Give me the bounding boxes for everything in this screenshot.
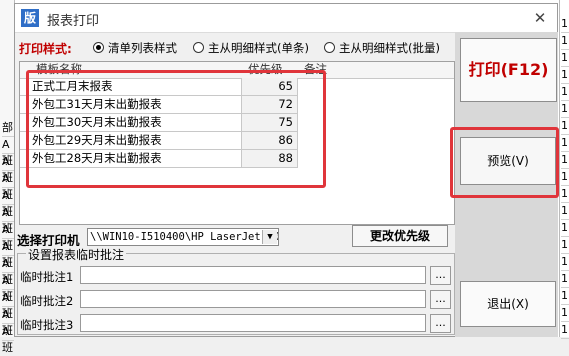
bg-cell: A班	[2, 325, 14, 354]
table-row[interactable]: 外包工28天月末出勤报表 88	[20, 150, 298, 168]
template-name-cell: 外包工30天月末出勤报表	[20, 114, 242, 131]
radio-master-detail-single[interactable]: 主从明细样式(单条)	[193, 40, 309, 56]
remark-browse-button[interactable]: ...	[430, 314, 451, 333]
radio-selected-icon	[93, 42, 104, 53]
print-button[interactable]: 打印(F12)	[460, 38, 557, 102]
bg-cell: A班	[2, 257, 14, 286]
radio-list-style[interactable]: 清单列表样式	[93, 40, 177, 56]
bg-cell: 1	[561, 220, 569, 237]
table-row[interactable]: 外包工29天月末出勤报表 86	[20, 132, 298, 150]
bg-cell: 1	[561, 50, 569, 67]
bg-cell: 1	[561, 67, 569, 84]
bg-cell: A班	[2, 274, 14, 303]
bg-cell: 1	[561, 254, 569, 271]
bg-cell: 1	[561, 84, 569, 101]
remark-row-1: 临时批注1 ...	[18, 266, 454, 286]
bg-cell: 1	[561, 305, 569, 322]
bg-cell: 1	[561, 118, 569, 135]
bg-cell: A班	[2, 189, 14, 218]
print-style-row: 打印样式: 清单列表样式 主从明细样式(单条) 主从明细样式(批量)	[19, 38, 459, 58]
bg-cell: 1	[561, 152, 569, 169]
priority-cell: 65	[242, 78, 298, 95]
remark-row-2: 临时批注2 ...	[18, 290, 454, 310]
column-header-priority[interactable]: 优先级	[248, 62, 283, 78]
radio-unselected-icon	[324, 42, 335, 53]
bg-cell: 1	[561, 237, 569, 254]
bg-cell: 1	[561, 101, 569, 118]
radio-label: 主从明细样式(批量)	[339, 41, 440, 55]
remark-label: 临时批注1	[20, 270, 74, 284]
bg-cell: 1	[561, 33, 569, 50]
remark-label: 临时批注2	[20, 294, 74, 308]
column-header-remark[interactable]: 备注	[304, 62, 327, 78]
template-name-cell: 外包工28天月末出勤报表	[20, 150, 242, 167]
printer-select[interactable]: \\WIN10-I510400\HP LaserJet 10 ▼	[87, 228, 279, 246]
template-name-cell: 正式工月末报表	[20, 78, 242, 95]
change-priority-button[interactable]: 更改优先级	[352, 225, 448, 247]
bg-cell: 1	[561, 203, 569, 220]
radio-label: 主从明细样式(单条)	[208, 41, 309, 55]
template-grid: 模板名称 优先级 备注 正式工月末报表 65 外包工31天月末出勤报表 72 外…	[19, 61, 455, 225]
bg-cell: 部	[2, 120, 14, 137]
bg-cell: 1	[561, 169, 569, 186]
print-style-label: 打印样式:	[19, 42, 72, 56]
close-button[interactable]: ✕	[529, 7, 551, 29]
bg-cell: 1	[561, 16, 569, 33]
priority-cell: 75	[242, 114, 298, 131]
bg-cell: A班	[2, 240, 14, 269]
remark-row-3: 临时批注3 ...	[18, 314, 454, 334]
bg-cell: A班	[2, 308, 14, 337]
template-name-cell: 外包工29天月末出勤报表	[20, 132, 242, 149]
title-bar[interactable]: 版 报表打印 ✕	[15, 4, 557, 33]
bg-cell: 1	[561, 288, 569, 305]
column-header-name[interactable]: 模板名称	[36, 62, 82, 78]
remark-input-2[interactable]	[80, 290, 426, 308]
remark-browse-button[interactable]: ...	[430, 290, 451, 309]
background-right-column: 1 1 1 1 1 1 1 1 1 1 1 1 1 1 1 1 1 1 1	[559, 0, 569, 339]
bg-cell: A班	[2, 172, 14, 201]
priority-cell: 88	[242, 150, 298, 167]
grid-header: 模板名称 优先级 备注	[20, 62, 454, 79]
remark-input-3[interactable]	[80, 314, 426, 332]
radio-master-detail-batch[interactable]: 主从明细样式(批量)	[324, 40, 440, 56]
dropdown-arrow-icon[interactable]: ▼	[262, 230, 277, 244]
remark-label: 临时批注3	[20, 318, 74, 332]
bg-cell: 1	[561, 322, 569, 339]
bg-cell: 1	[561, 135, 569, 152]
printer-value: \\WIN10-I510400\HP LaserJet 10	[90, 231, 279, 243]
report-print-dialog: 版 报表打印 ✕ 打印样式: 清单列表样式 主从明细样式(单条) 主从明细样式(…	[14, 3, 559, 337]
bg-cell: 1	[561, 186, 569, 203]
remark-input-1[interactable]	[80, 266, 426, 284]
priority-cell: 72	[242, 96, 298, 113]
bg-cell: 1	[561, 271, 569, 288]
table-row[interactable]: 外包工30天月末出勤报表 75	[20, 114, 298, 132]
template-name-cell: 外包工31天月末出勤报表	[20, 96, 242, 113]
table-row[interactable]: 外包工31天月末出勤报表 72	[20, 96, 298, 114]
bg-cell: A班	[2, 206, 14, 235]
preview-button[interactable]: 预览(V)	[460, 137, 556, 185]
remark-browse-button[interactable]: ...	[430, 266, 451, 285]
background-left-column: 部 A班 A班 A班 A班 A班 A班 A班 A班 A班 A班 A班 A班	[0, 0, 15, 354]
remarks-group-title: 设置报表临时批注	[26, 246, 127, 263]
priority-cell: 86	[242, 132, 298, 149]
dialog-title: 报表打印	[47, 14, 100, 29]
bg-cell: A班	[2, 155, 14, 184]
app-icon: 版	[21, 9, 39, 27]
bg-cell: A班	[2, 138, 14, 167]
bg-cell: A班	[2, 223, 14, 252]
radio-unselected-icon	[193, 42, 204, 53]
remarks-group: 设置报表临时批注 临时批注1 ... 临时批注2 ... 临时批注3 ...	[17, 246, 455, 335]
exit-button[interactable]: 退出(X)	[460, 281, 556, 327]
radio-label: 清单列表样式	[108, 41, 177, 55]
table-row[interactable]: 正式工月末报表 65	[20, 78, 298, 96]
bg-cell: A班	[2, 291, 14, 320]
